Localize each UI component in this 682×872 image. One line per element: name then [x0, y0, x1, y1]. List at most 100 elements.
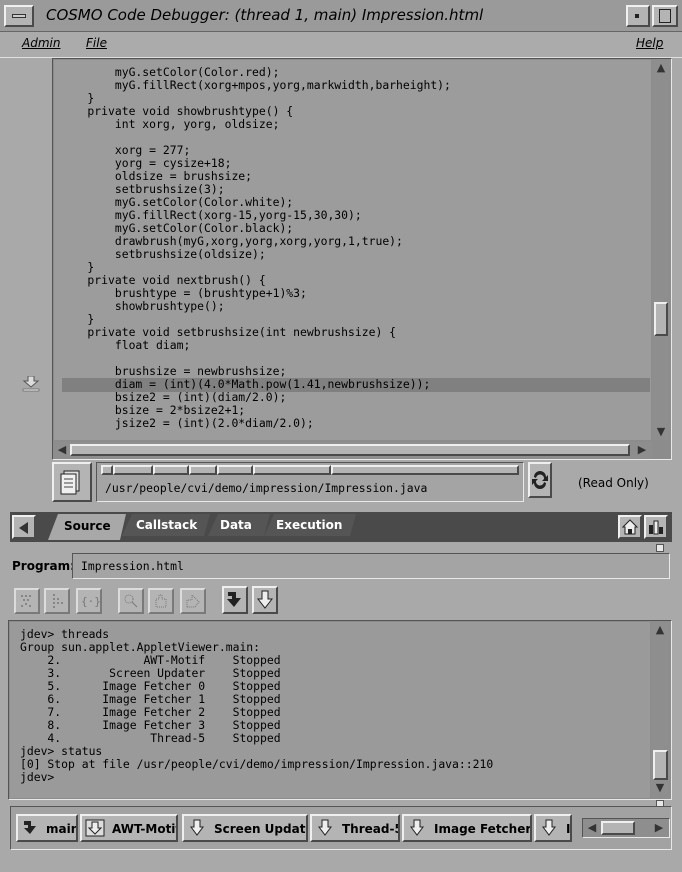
- maximize-button[interactable]: [652, 5, 678, 27]
- code-line[interactable]: float diam;: [60, 339, 451, 352]
- scroll-left-icon[interactable]: ◀: [56, 444, 68, 456]
- maximize-icon: [659, 9, 671, 23]
- pointer-dotted-icon: [186, 593, 200, 608]
- thread-label-truncated: I: [566, 822, 571, 836]
- reload-button[interactable]: [528, 462, 552, 498]
- scroll-down-icon[interactable]: ▼: [654, 426, 668, 438]
- braces-dotted-icon: {·}: [81, 595, 101, 608]
- svg-text:{·}: {·}: [81, 595, 100, 608]
- window-menu-icon: [12, 14, 26, 18]
- toolbar-btn-1[interactable]: [14, 588, 40, 614]
- tab-data[interactable]: Data: [208, 514, 270, 536]
- scroll-right-icon[interactable]: ▶: [636, 444, 648, 456]
- stats-button[interactable]: [644, 515, 668, 539]
- toolbar-btn-3[interactable]: {·}: [76, 588, 102, 614]
- path-seg-7[interactable]: [331, 465, 519, 475]
- path-seg-6[interactable]: [253, 465, 331, 475]
- splitter-handle[interactable]: [656, 544, 664, 552]
- scroll-up-icon[interactable]: ▲: [654, 62, 668, 74]
- console-scroll-thumb[interactable]: [653, 750, 668, 780]
- console-output[interactable]: jdev> threads Group sun.applet.AppletView…: [10, 622, 650, 798]
- path-seg-3[interactable]: [153, 465, 189, 475]
- toolbar-btn-6[interactable]: [180, 588, 206, 614]
- step-arrow-icon: [24, 821, 36, 834]
- stopped-thread-icon: [85, 819, 105, 837]
- code-line[interactable]: setbrushsize(oldsize);: [60, 248, 451, 261]
- path-seg-1[interactable]: [101, 465, 113, 475]
- menu-admin[interactable]: Admin: [22, 36, 60, 50]
- tab-callstack[interactable]: Callstack: [122, 514, 210, 536]
- toolbar-btn-4[interactable]: [118, 588, 144, 614]
- source-vertical-scrollbar[interactable]: ▲ ▼: [652, 60, 670, 440]
- thread-label-main: main: [46, 822, 78, 836]
- code-line[interactable]: showbrushtype();: [60, 300, 451, 313]
- toolbar-btn-5[interactable]: [148, 588, 174, 614]
- step-over-button[interactable]: [252, 586, 278, 614]
- thread-scroll-thumb[interactable]: [601, 821, 635, 835]
- source-scroll-thumb[interactable]: [654, 302, 668, 336]
- window-menu-button[interactable]: [4, 5, 34, 27]
- thread-scroll-left-icon[interactable]: ◀: [586, 822, 598, 834]
- tab-execution-label: Execution: [276, 518, 343, 532]
- file-path-box: /usr/people/cvi/demo/impression/Impressi…: [96, 462, 524, 502]
- path-segment-bar[interactable]: [101, 465, 519, 475]
- run-dotted-icon: [21, 595, 31, 607]
- menu-help[interactable]: Help: [636, 36, 663, 50]
- tab-execution[interactable]: Execution: [264, 514, 356, 536]
- thread-label-awt-motif: AWT-Motif: [112, 822, 178, 836]
- thread-horizontal-scrollbar[interactable]: ◀ ▶: [582, 818, 670, 838]
- home-button[interactable]: [618, 515, 642, 539]
- console-scroll-up-icon[interactable]: ▲: [653, 624, 667, 636]
- tab-scroll-left-button[interactable]: [12, 515, 36, 539]
- console-text: jdev> threads Group sun.applet.AppletView…: [20, 628, 493, 784]
- path-seg-2[interactable]: [113, 465, 153, 475]
- console-line: jdev>: [20, 770, 55, 784]
- console-scroll-down-icon[interactable]: ▼: [653, 782, 667, 794]
- code-line[interactable]: int xorg, yorg, oldsize;: [60, 118, 451, 131]
- thread-button-awt-motif[interactable]: AWT-Motif: [80, 814, 178, 842]
- path-seg-5[interactable]: [217, 465, 253, 475]
- magnify-dotted-icon: [124, 594, 138, 608]
- thread-scroll-right-icon[interactable]: ▶: [653, 822, 665, 834]
- minimize-icon: [635, 14, 639, 18]
- tab-source[interactable]: Source: [48, 514, 126, 540]
- source-code-view[interactable]: myG.setColor(Color.red); myG.fillRect(xo…: [54, 60, 651, 440]
- minimize-button[interactable]: [626, 5, 650, 27]
- code-line[interactable]: jsize2 = (int)(2.0*diam/2.0);: [60, 417, 451, 430]
- current-line-marker-icon[interactable]: [22, 375, 40, 392]
- menu-file[interactable]: File: [86, 36, 107, 50]
- thread-label-screen-updater: Screen Updater: [214, 822, 306, 836]
- thread-button-thread-5[interactable]: Thread-5: [310, 814, 400, 842]
- down-arrow-icon: [256, 590, 274, 609]
- step-dotted-icon: [53, 594, 63, 608]
- thread-label-thread-5: Thread-5: [342, 822, 400, 836]
- down-arrow-icon: [410, 819, 424, 836]
- program-label: Program:: [12, 559, 75, 573]
- thread-button-truncated[interactable]: I: [534, 814, 572, 842]
- read-only-label: (Read Only): [578, 476, 649, 490]
- home-icon: [621, 519, 639, 535]
- program-field[interactable]: Impression.html: [72, 553, 670, 579]
- down-arrow-icon: [542, 819, 556, 836]
- console-vertical-scrollbar[interactable]: ▲ ▼: [651, 622, 670, 798]
- program-field-value: Impression.html: [81, 559, 184, 573]
- toolbar-btn-2[interactable]: [44, 588, 70, 614]
- thread-button-image-fetcher-0[interactable]: Image Fetcher 0: [402, 814, 532, 842]
- source-horizontal-scrollbar[interactable]: ◀ ▶: [54, 442, 652, 458]
- source-hscroll-thumb[interactable]: [70, 444, 630, 456]
- thread-button-main[interactable]: main: [16, 814, 78, 842]
- tab-source-label: Source: [64, 519, 111, 533]
- thread-label-image-fetcher-0: Image Fetcher 0: [434, 822, 532, 836]
- console-line: [0] Stop at file /usr/people/cvi/demo/im…: [20, 757, 494, 771]
- file-path-text: /usr/people/cvi/demo/impression/Impressi…: [105, 481, 428, 495]
- down-arrow-icon: [318, 819, 332, 836]
- hand-dotted-icon: [155, 594, 167, 608]
- tab-bar: Source Callstack Data Execution: [10, 512, 672, 542]
- menu-bar: Admin File Help: [0, 32, 682, 58]
- step-into-button[interactable]: [222, 586, 248, 614]
- refresh-icon: [532, 471, 548, 489]
- file-browser-button[interactable]: [52, 462, 92, 502]
- thread-button-screen-updater[interactable]: Screen Updater: [182, 814, 308, 842]
- path-seg-4[interactable]: [189, 465, 217, 475]
- code-line[interactable]: myG.fillRect(xorg+mpos,yorg,markwidth,ba…: [60, 79, 451, 92]
